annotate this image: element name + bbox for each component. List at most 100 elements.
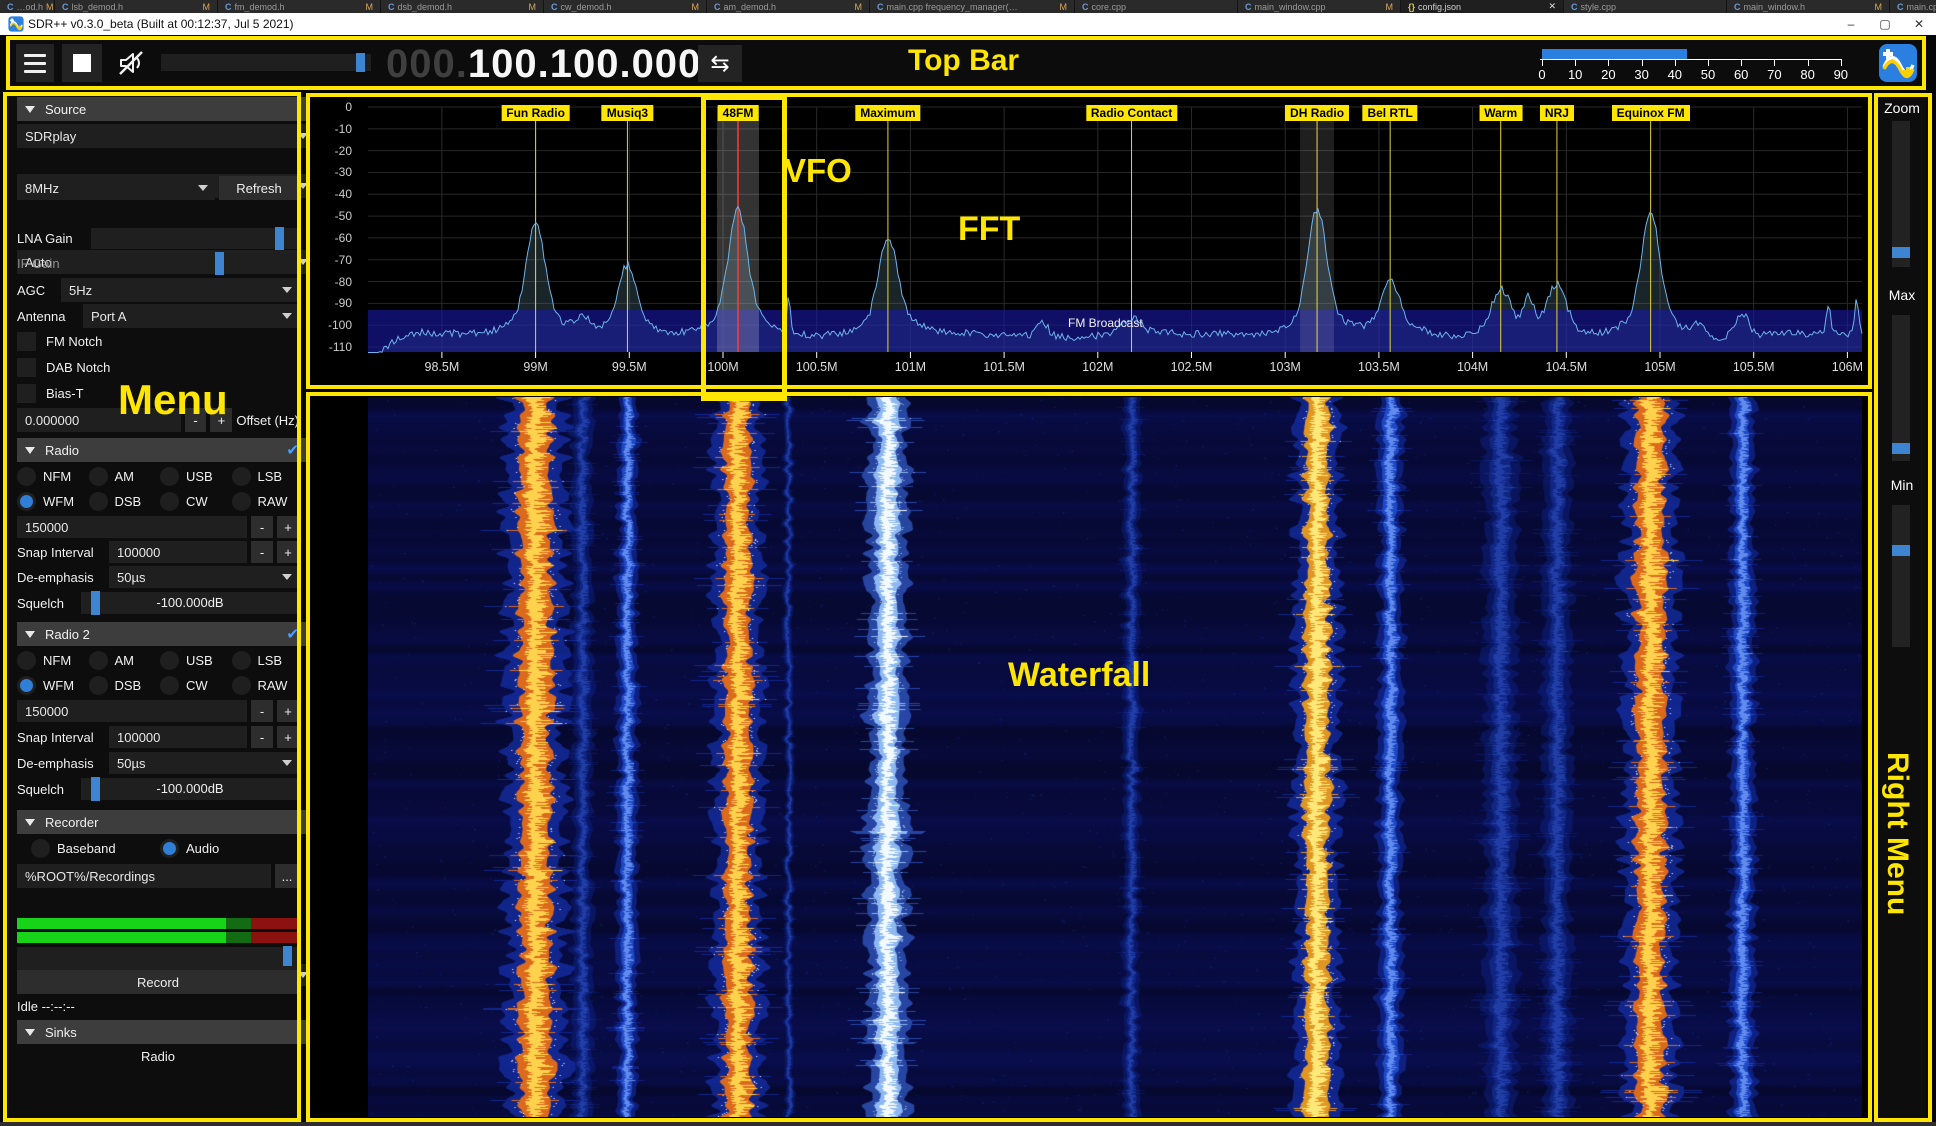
- snap-minus-button[interactable]: -: [251, 541, 273, 563]
- r2-mode-dsb[interactable]: DSB: [89, 676, 157, 695]
- editor-tab-main-window-h[interactable]: Cmain_window.hM: [1727, 0, 1890, 13]
- bw-plus-button[interactable]: +: [277, 516, 299, 538]
- recordings-path-input[interactable]: %ROOT%/Recordings: [17, 864, 271, 888]
- source-driver-dropdown[interactable]: SDRplay: [17, 124, 315, 148]
- offset-input[interactable]: 0.000000: [17, 408, 181, 432]
- recorder-volume-handle[interactable]: [283, 946, 292, 966]
- stop-button[interactable]: [62, 44, 102, 82]
- refresh-button[interactable]: Refresh: [219, 176, 299, 200]
- r2-mode-wfm[interactable]: WFM: [17, 676, 85, 695]
- radio-enabled-check[interactable]: ✔: [286, 441, 299, 459]
- fft-scale-slider[interactable]: 0102030405060708090: [1540, 46, 1850, 86]
- snap-input[interactable]: 100000: [109, 541, 247, 563]
- r2-bw-plus-button[interactable]: +: [277, 700, 299, 722]
- volume-slider-handle[interactable]: [356, 53, 365, 72]
- recorder-baseband-option[interactable]: Baseband: [31, 839, 156, 858]
- bw-minus-button[interactable]: -: [251, 516, 273, 538]
- radio2-enabled-check[interactable]: ✔: [286, 625, 299, 643]
- station-label-equinox-fm[interactable]: Equinox FM: [1612, 105, 1690, 121]
- radio2-section-header[interactable]: Radio 2 ✔: [17, 622, 307, 646]
- mode-usb[interactable]: USB: [160, 467, 228, 486]
- sinks-section-header[interactable]: Sinks: [17, 1020, 307, 1044]
- source-section-header[interactable]: Source: [17, 97, 307, 121]
- r2-mode-usb[interactable]: USB: [160, 651, 228, 670]
- mode-raw[interactable]: RAW: [232, 492, 300, 511]
- offset-minus-button[interactable]: -: [185, 408, 207, 432]
- r2-snap-minus-button[interactable]: -: [251, 726, 273, 748]
- antenna-dropdown[interactable]: Port A: [83, 304, 299, 328]
- editor-tab-style-cpp[interactable]: Cstyle.cpp: [1564, 0, 1727, 13]
- if-gain-slider[interactable]: [91, 253, 299, 274]
- mode-am[interactable]: AM: [89, 467, 157, 486]
- recorder-section-header[interactable]: Recorder: [17, 810, 307, 834]
- station-label-musiq3[interactable]: Musiq3: [602, 105, 653, 121]
- mode-dsb[interactable]: DSB: [89, 492, 157, 511]
- r2-squelch-slider[interactable]: -100.000dB: [81, 778, 299, 800]
- offset-plus-button[interactable]: +: [210, 408, 232, 432]
- editor-tab-am-demod-h[interactable]: Cam_demod.hM: [707, 0, 870, 13]
- lna-gain-slider[interactable]: [91, 228, 299, 249]
- dab-notch-checkbox[interactable]: [17, 358, 36, 377]
- station-label-48fm[interactable]: 48FM: [718, 105, 759, 121]
- mode-wfm[interactable]: WFM: [17, 492, 85, 511]
- editor-tab-main-cpp-radio-[interactable]: Cmain.cpp radio(…M: [1890, 0, 1936, 13]
- snap-plus-button[interactable]: +: [277, 541, 299, 563]
- editor-tab-config-json[interactable]: {}config.json✕: [1401, 0, 1564, 13]
- recorder-volume-slider[interactable]: [17, 947, 299, 965]
- maximize-button[interactable]: ▢: [1868, 13, 1902, 35]
- station-label-fun-radio[interactable]: Fun Radio: [501, 105, 570, 121]
- r2-snap-input[interactable]: 100000: [109, 726, 247, 748]
- max-slider[interactable]: [1892, 315, 1910, 461]
- min-slider-handle[interactable]: [1892, 545, 1910, 556]
- r2-mode-cw[interactable]: CW: [160, 676, 228, 695]
- editor-tab-main-cpp-frequency-manager-[interactable]: Cmain.cpp frequency_manager(…M: [870, 0, 1075, 13]
- vfo2-band[interactable]: [1300, 107, 1334, 352]
- zoom-slider-handle[interactable]: [1892, 247, 1910, 258]
- record-button[interactable]: Record: [17, 970, 299, 994]
- waterfall[interactable]: [368, 397, 1862, 1117]
- bandwidth-dropdown[interactable]: 8MHz: [17, 176, 215, 200]
- station-label-nrj[interactable]: NRJ: [1540, 105, 1574, 121]
- mode-lsb[interactable]: LSB: [232, 467, 300, 486]
- station-label-warm[interactable]: Warm: [1479, 105, 1522, 121]
- lna-gain-handle[interactable]: [275, 227, 284, 250]
- frequency-display[interactable]: 000.100.100.000: [386, 42, 701, 86]
- r2-mode-nfm[interactable]: NFM: [17, 651, 85, 670]
- squelch-slider[interactable]: -100.000dB: [81, 592, 299, 614]
- r2-mode-lsb[interactable]: LSB: [232, 651, 300, 670]
- editor-tab-dsb-demod-h[interactable]: Cdsb_demod.hM: [381, 0, 544, 13]
- r2-bw-minus-button[interactable]: -: [251, 700, 273, 722]
- swap-vfo-button[interactable]: ⇆: [698, 45, 742, 82]
- zoom-slider[interactable]: [1892, 121, 1910, 267]
- if-gain-handle[interactable]: [215, 252, 224, 275]
- tab-close-icon[interactable]: ✕: [1548, 1, 1556, 12]
- menu-toggle-button[interactable]: [16, 44, 54, 82]
- editor-tab-main-window-cpp[interactable]: Cmain_window.cppM: [1238, 0, 1401, 13]
- max-slider-handle[interactable]: [1892, 443, 1910, 454]
- mode-cw[interactable]: CW: [160, 492, 228, 511]
- min-slider[interactable]: [1892, 505, 1910, 647]
- agc-dropdown[interactable]: 5Hz: [61, 278, 299, 302]
- mute-button[interactable]: [110, 44, 152, 82]
- volume-slider[interactable]: [161, 54, 371, 71]
- mode-nfm[interactable]: NFM: [17, 467, 85, 486]
- r2-mode-am[interactable]: AM: [89, 651, 157, 670]
- editor-tab-cw-demod-h[interactable]: Ccw_demod.hM: [544, 0, 707, 13]
- station-label-radio-contact[interactable]: Radio Contact: [1086, 105, 1177, 121]
- recorder-audio-option[interactable]: Audio: [160, 839, 285, 858]
- editor-tab--od-h[interactable]: C…od.hM: [0, 0, 55, 13]
- fm-notch-checkbox[interactable]: [17, 332, 36, 351]
- editor-tab-core-cpp[interactable]: Ccore.cpp: [1075, 0, 1238, 13]
- r2-mode-raw[interactable]: RAW: [232, 676, 300, 695]
- station-label-maximum[interactable]: Maximum: [855, 105, 920, 121]
- close-button[interactable]: ✕: [1902, 13, 1936, 35]
- browse-button[interactable]: ...: [275, 864, 299, 888]
- deemphasis-dropdown[interactable]: 50µs: [109, 566, 299, 588]
- r2-deemphasis-dropdown[interactable]: 50µs: [109, 752, 299, 774]
- bias-t-checkbox[interactable]: [17, 384, 36, 403]
- r2-snap-plus-button[interactable]: +: [277, 726, 299, 748]
- radio-section-header[interactable]: Radio ✔: [17, 438, 307, 462]
- station-label-bel-rtl[interactable]: Bel RTL: [1362, 105, 1417, 121]
- station-label-dh-radio[interactable]: DH Radio: [1285, 105, 1349, 121]
- sdrpp-logo-button[interactable]: [1878, 43, 1918, 83]
